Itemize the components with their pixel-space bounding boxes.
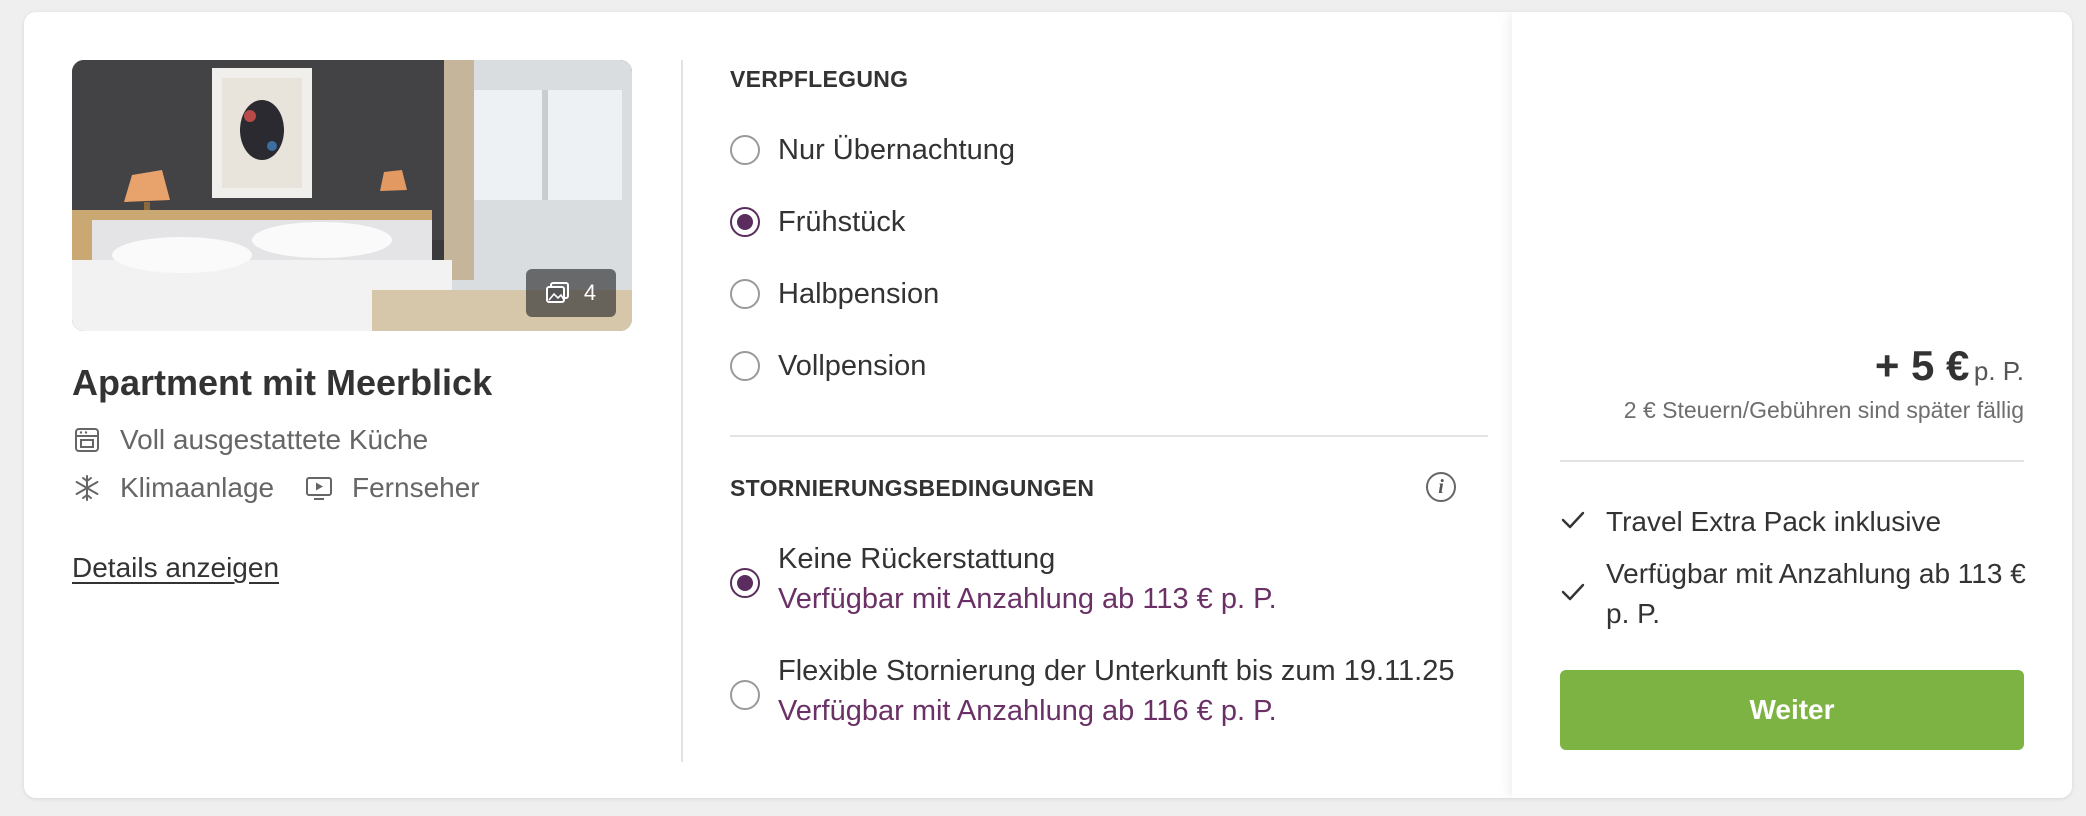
price-unit: p. P.	[1973, 356, 2024, 386]
price-summary-panel: + 5 € p. P. 2 € Steuern/Gebühren sind sp…	[1512, 12, 2072, 798]
room-photo[interactable]: 4	[72, 60, 632, 331]
meal-option-label: Halbpension	[778, 278, 940, 310]
continue-button[interactable]: Weiter	[1560, 670, 2024, 750]
tax-note: 2 € Steuern/Gebühren sind später fällig	[1623, 397, 2024, 423]
meals-title: VERPFLEGUNG	[730, 66, 909, 92]
meal-option-label: Frühstück	[778, 206, 906, 238]
radio-button-selected[interactable]	[730, 568, 760, 598]
check-icon	[1560, 581, 1586, 608]
cancellation-option-label: Flexible Stornierung der Unterkunft bis …	[778, 655, 1455, 687]
radio-button[interactable]	[730, 351, 760, 381]
feature-label: Verfügbar mit Anzahlung ab 113 € p. P.	[1606, 558, 2026, 629]
feature-item: Travel Extra Pack inklusive	[1560, 502, 1941, 542]
radio-button[interactable]	[730, 279, 760, 309]
amenity-kitchen-label: Voll ausgestattete Küche	[120, 424, 429, 455]
tv-icon	[304, 473, 334, 503]
photo-count-label: 4	[583, 280, 597, 305]
amenity-tv-label: Fernseher	[352, 472, 480, 503]
cancellation-option-deposit: Verfügbar mit Anzahlung ab 113 € p. P.	[778, 583, 1277, 615]
radio-button-selected[interactable]	[730, 207, 760, 237]
amenity-aircon-label: Klimaanlage	[120, 472, 275, 503]
oven-icon	[72, 425, 102, 455]
amenity-aircon: Klimaanlage	[72, 472, 274, 504]
column-divider	[681, 60, 683, 762]
price: + 5 € p. P.	[1875, 342, 2024, 390]
radio-button[interactable]	[730, 680, 760, 710]
check-icon	[1560, 509, 1586, 536]
meal-option-label: Vollpension	[778, 350, 927, 382]
radio-button[interactable]	[730, 135, 760, 165]
room-offer-card: 4 Apartment mit Meerblick Voll ausgestat…	[24, 12, 2072, 798]
meal-option-label: Nur Übernachtung	[778, 134, 1015, 166]
photo-gallery-button[interactable]: 4	[526, 269, 616, 317]
price-amount: + 5 €	[1874, 342, 1970, 389]
summary-divider	[1560, 460, 2024, 462]
feature-item: Verfügbar mit Anzahlung ab 113 € p. P.	[1560, 554, 2026, 634]
cancellation-option-deposit: Verfügbar mit Anzahlung ab 116 € p. P.	[778, 695, 1277, 727]
meal-option-breakfast[interactable]: Frühstück	[730, 207, 905, 237]
cancellation-option-flexible[interactable]: Flexible Stornierung der Unterkunft bis …	[730, 656, 1455, 726]
cancellation-option-label: Keine Rückerstattung	[778, 543, 1056, 575]
meal-option-room-only[interactable]: Nur Übernachtung	[730, 135, 1015, 165]
cancellation-option-no-refund[interactable]: Keine Rückerstattung Verfügbar mit Anzah…	[730, 544, 1277, 614]
meal-option-half-board[interactable]: Halbpension	[730, 279, 939, 309]
snowflake-icon	[72, 473, 102, 503]
room-title: Apartment mit Meerblick	[72, 362, 493, 403]
gallery-icon	[545, 282, 569, 303]
details-link[interactable]: Details anzeigen	[72, 552, 279, 584]
cancellation-title: STORNIERUNGSBEDINGUNGEN	[730, 475, 1095, 501]
feature-label: Travel Extra Pack inklusive	[1606, 506, 1942, 537]
section-divider	[730, 435, 1488, 437]
info-icon[interactable]: i	[1426, 472, 1456, 502]
amenity-tv: Fernseher	[304, 472, 480, 504]
amenity-kitchen: Voll ausgestattete Küche	[72, 424, 428, 456]
meal-option-full-board[interactable]: Vollpension	[730, 351, 926, 381]
